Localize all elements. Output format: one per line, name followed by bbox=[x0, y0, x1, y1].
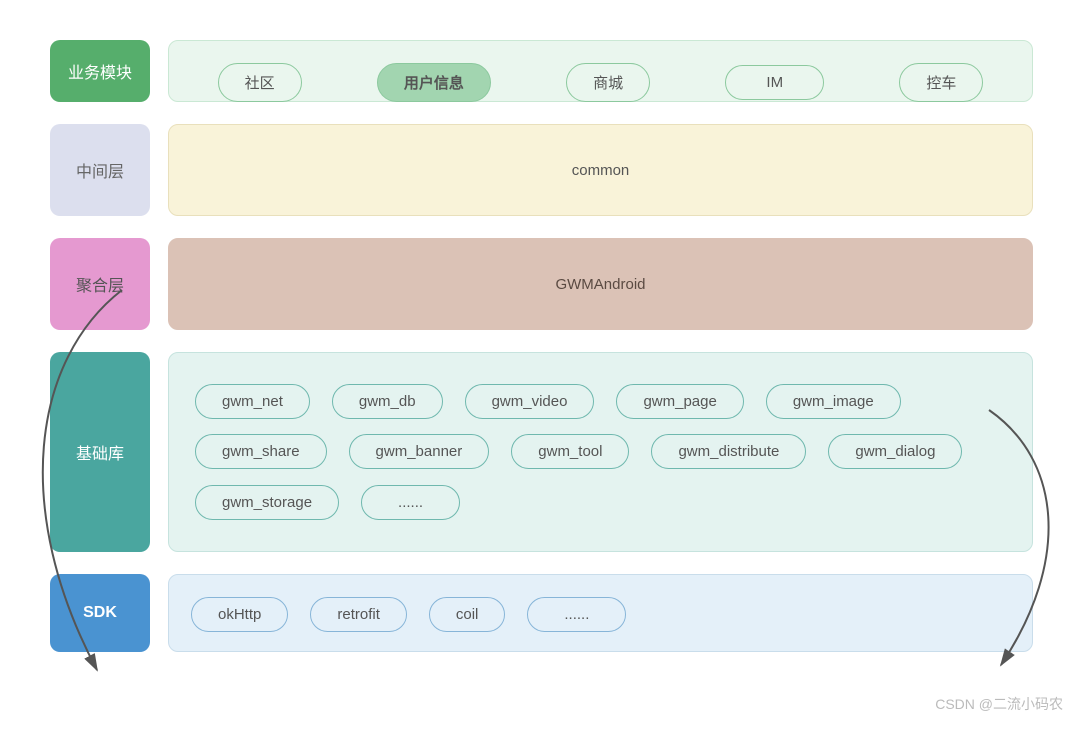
base-item[interactable]: gwm_distribute bbox=[651, 434, 806, 469]
label-base: 基础库 bbox=[50, 352, 150, 552]
layer-business: 业务模块 社区 用户信息 商城 IM 控车 bbox=[50, 40, 1033, 102]
label-middle: 中间层 bbox=[50, 124, 150, 216]
layer-middle: 中间层 common bbox=[50, 124, 1033, 216]
label-aggregate: 聚合层 bbox=[50, 238, 150, 330]
layer-sdk: SDK okHttp retrofit coil ...... bbox=[50, 574, 1033, 652]
label-business: 业务模块 bbox=[50, 40, 150, 102]
base-item[interactable]: gwm_share bbox=[195, 434, 327, 469]
base-item[interactable]: gwm_db bbox=[332, 384, 443, 419]
watermark: CSDN @二流小码农 bbox=[935, 694, 1063, 714]
base-item[interactable]: gwm_image bbox=[766, 384, 901, 419]
layer-aggregate: 聚合层 GWMAndroid bbox=[50, 238, 1033, 330]
sdk-item-more[interactable]: ...... bbox=[527, 597, 626, 632]
base-item[interactable]: gwm_net bbox=[195, 384, 310, 419]
sdk-item[interactable]: coil bbox=[429, 597, 506, 632]
base-item[interactable]: gwm_storage bbox=[195, 485, 339, 520]
biz-item-userinfo[interactable]: 用户信息 bbox=[377, 63, 491, 102]
base-item[interactable]: gwm_tool bbox=[511, 434, 629, 469]
biz-item-mall[interactable]: 商城 bbox=[566, 63, 650, 102]
sdk-content: okHttp retrofit coil ...... bbox=[168, 574, 1033, 652]
base-item[interactable]: gwm_banner bbox=[349, 434, 490, 469]
label-sdk: SDK bbox=[50, 574, 150, 652]
base-item-more[interactable]: ...... bbox=[361, 485, 460, 520]
sdk-item[interactable]: okHttp bbox=[191, 597, 288, 632]
biz-item-community[interactable]: 社区 bbox=[218, 63, 302, 102]
middle-text: common bbox=[572, 162, 630, 179]
layer-base: 基础库 gwm_net gwm_db gwm_video gwm_page gw… bbox=[50, 352, 1033, 552]
sdk-item[interactable]: retrofit bbox=[310, 597, 407, 632]
base-item[interactable]: gwm_dialog bbox=[828, 434, 962, 469]
biz-item-car[interactable]: 控车 bbox=[899, 63, 983, 102]
base-item[interactable]: gwm_video bbox=[465, 384, 595, 419]
aggregate-text: GWMAndroid bbox=[555, 276, 645, 293]
base-item[interactable]: gwm_page bbox=[616, 384, 743, 419]
base-content: gwm_net gwm_db gwm_video gwm_page gwm_im… bbox=[168, 352, 1033, 552]
middle-content: common bbox=[168, 124, 1033, 216]
biz-item-im[interactable]: IM bbox=[725, 65, 824, 100]
business-content: 社区 用户信息 商城 IM 控车 bbox=[168, 40, 1033, 102]
aggregate-content: GWMAndroid bbox=[168, 238, 1033, 330]
